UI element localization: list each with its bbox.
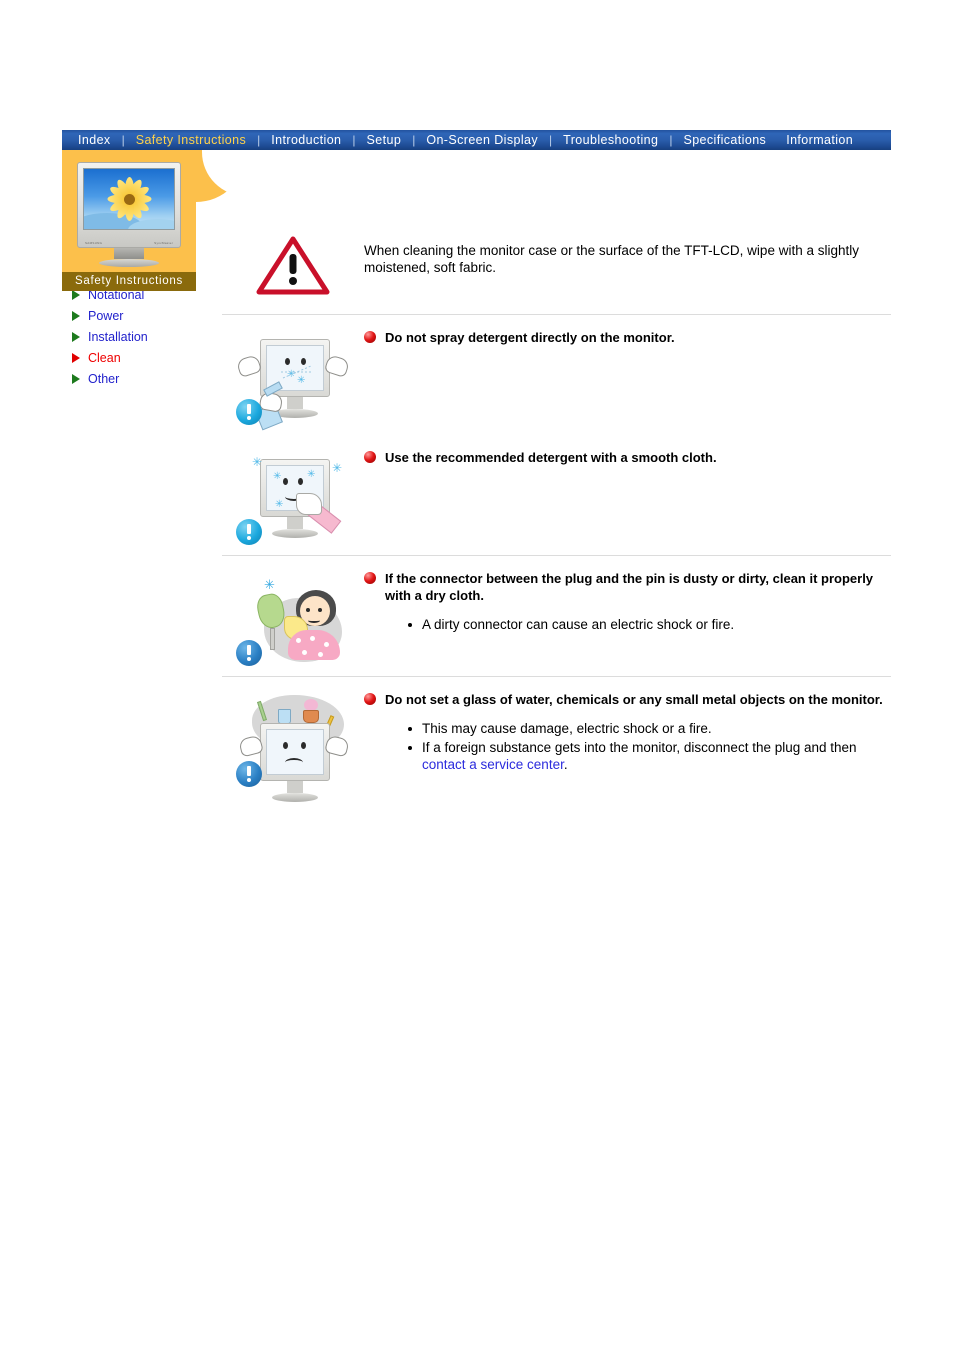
instruction-heading: Do not set a glass of water, chemicals o… <box>385 692 883 707</box>
intro-icon-cell <box>222 230 364 296</box>
nav-item-information[interactable]: Information <box>776 130 863 150</box>
nav-item-safety-instructions[interactable]: Safety Instructions <box>126 130 256 150</box>
monitor-eye-right <box>298 478 303 485</box>
sunflower-core <box>123 193 135 205</box>
sidebar-item-label: Other <box>88 371 120 386</box>
person-eye-right <box>318 608 322 612</box>
sidebar: SAMSUNG SyncMaster Safety Instructions N… <box>62 150 246 389</box>
top-navigation-bar: Index | Safety Instructions | Introducti… <box>62 130 891 150</box>
hand-left-icon <box>235 354 263 378</box>
service-center-link[interactable]: contact a service center <box>422 757 564 772</box>
exclamation-badge-icon <box>236 640 262 666</box>
intro-text-cell: When cleaning the monitor case or the su… <box>364 230 891 276</box>
instruction-heading: Do not spray detergent directly on the m… <box>385 330 675 345</box>
sidebar-link-list: Notational Power Installation Clean Othe… <box>62 284 196 389</box>
cleaning-cloth-icon <box>296 493 322 515</box>
triangle-bullet-icon <box>72 373 80 384</box>
instruction-text-cell: Do not spray detergent directly on the m… <box>364 327 891 346</box>
triangle-bullet-icon-active <box>72 352 80 363</box>
monitor-eye-left <box>283 478 288 485</box>
list-item-text-after: . <box>563 757 568 772</box>
nav-item-setup[interactable]: Setup <box>357 130 412 150</box>
person-dusting-illustration: ✳ <box>234 572 352 672</box>
warning-triangle-icon <box>255 234 331 296</box>
nav-item-index[interactable]: Index <box>68 130 121 150</box>
illustration-cell: ✳ ✳ <box>222 327 364 431</box>
instruction-text-cell: Do not set a glass of water, chemicals o… <box>364 689 891 775</box>
monitor-wipe-cloth-illustration: ✳ ✳ ✳ ✳ ✳ <box>234 451 352 551</box>
nav-item-specifications[interactable]: Specifications <box>673 130 776 150</box>
monitor-bezel: SAMSUNG SyncMaster <box>77 162 181 248</box>
red-ball-bullet-icon <box>364 693 376 705</box>
monitor-brand-left: SAMSUNG <box>85 241 103 245</box>
instruction-heading: If the connector between the plug and th… <box>385 571 874 603</box>
instruction-section-connector: ✳ If the connector between the plug and … <box>222 556 891 676</box>
sidebar-item-installation[interactable]: Installation <box>72 326 196 347</box>
person-eye-left <box>306 608 310 612</box>
list-item-with-link: If a foreign substance gets into the mon… <box>408 739 891 774</box>
monitor-screen <box>83 168 175 230</box>
monitor-sunflower-image: SAMSUNG SyncMaster <box>77 162 181 267</box>
intro-row: When cleaning the monitor case or the su… <box>222 222 891 314</box>
sidebar-item-clean[interactable]: Clean <box>72 347 196 368</box>
intro-text: When cleaning the monitor case or the su… <box>364 243 859 275</box>
triangle-bullet-icon <box>72 310 80 321</box>
instruction-bullet-list: This may cause damage, electric shock or… <box>364 720 891 774</box>
exclamation-badge-icon <box>236 761 262 787</box>
instruction-text-cell: Use the recommended detergent with a smo… <box>364 447 891 466</box>
triangle-bullet-icon <box>72 289 80 300</box>
sidebar-header-tab: SAMSUNG SyncMaster Safety Instructions <box>62 150 246 291</box>
instruction-heading-row: Use the recommended detergent with a smo… <box>364 449 891 466</box>
instruction-heading-row: Do not spray detergent directly on the m… <box>364 329 891 346</box>
flower-pot-icon <box>303 710 319 723</box>
sidebar-item-label: Installation <box>88 329 148 344</box>
instruction-heading-row: Do not set a glass of water, chemicals o… <box>364 691 891 708</box>
instruction-section-detergent: ✳ ✳ ✳ ✳ ✳ Use the recommended detergent … <box>222 435 891 555</box>
main-content: When cleaning the monitor case or the su… <box>222 222 891 802</box>
person-body <box>288 630 340 660</box>
sidebar-item-label: Power <box>88 308 124 323</box>
red-ball-bullet-icon <box>364 331 376 343</box>
sidebar-item-label: Clean <box>88 350 121 365</box>
triangle-bullet-icon <box>72 331 80 342</box>
sidebar-tab-label: Safety Instructions <box>62 272 196 291</box>
water-glass-icon <box>278 709 291 724</box>
sidebar-tab-curve <box>196 150 246 202</box>
instruction-heading-row: If the connector between the plug and th… <box>364 570 891 604</box>
instruction-text-cell: If the connector between the plug and th… <box>364 568 891 635</box>
instruction-section-objects: Do not set a glass of water, chemicals o… <box>222 677 891 802</box>
monitor-brand-right: SyncMaster <box>154 241 173 245</box>
nav-item-on-screen-display[interactable]: On-Screen Display <box>416 130 548 150</box>
illustration-cell: ✳ <box>222 568 364 672</box>
list-item: This may cause damage, electric shock or… <box>408 720 891 738</box>
illustration-cell <box>222 689 364 802</box>
monitor-base <box>99 259 159 267</box>
monitor-mouth-sad <box>285 758 303 767</box>
red-ball-bullet-icon <box>364 572 376 584</box>
red-ball-bullet-icon <box>364 451 376 463</box>
sidebar-item-other[interactable]: Other <box>72 368 196 389</box>
instruction-bullet-list: A dirty connector can cause an electric … <box>364 616 891 634</box>
sidebar-item-power[interactable]: Power <box>72 305 196 326</box>
duster-handle-icon <box>270 628 275 650</box>
nav-item-troubleshooting[interactable]: Troubleshooting <box>553 130 668 150</box>
cartoon-monitor <box>260 723 330 802</box>
monitor-eye-right <box>301 742 306 749</box>
instruction-heading: Use the recommended detergent with a smo… <box>385 450 717 465</box>
list-item: A dirty connector can cause an electric … <box>408 616 891 634</box>
person-smile <box>308 618 320 623</box>
exclamation-badge-icon <box>236 399 262 425</box>
monitor-neck <box>114 248 144 259</box>
monitor-eye-left <box>283 742 288 749</box>
illustration-cell: ✳ ✳ ✳ ✳ ✳ <box>222 447 364 551</box>
monitor-spray-illustration: ✳ ✳ <box>234 331 352 431</box>
list-item-text-before: If a foreign substance gets into the mon… <box>422 739 857 755</box>
exclamation-badge-icon <box>236 519 262 545</box>
instruction-section-spray: ✳ ✳ <box>222 315 891 435</box>
nav-item-introduction[interactable]: Introduction <box>261 130 351 150</box>
monitor-objects-illustration <box>234 693 352 802</box>
